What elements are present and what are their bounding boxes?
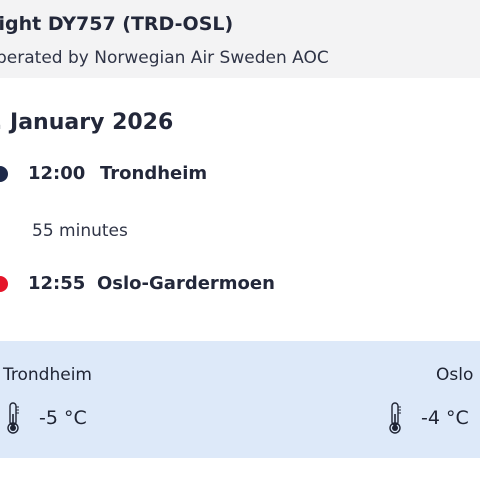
origin-weather-city: Trondheim — [3, 365, 92, 385]
thermometer-icon — [389, 402, 401, 434]
destination-weather-city: Oslo — [436, 365, 474, 385]
flight-header: light DY757 (TRD-OSL) perated by Norwegi… — [0, 0, 480, 78]
origin-weather-temp: -5 °C — [39, 407, 87, 429]
flight-duration: 55 minutes — [32, 221, 128, 241]
arrival-time: 12:55 — [28, 273, 86, 294]
departure-dot-icon — [0, 166, 8, 182]
weather-panel: Trondheim -5 °C Oslo -4 °C — [0, 341, 480, 458]
flight-title: light DY757 (TRD-OSL) — [0, 13, 234, 35]
departure-time: 12:00 — [28, 163, 86, 184]
destination-weather-temp: -4 °C — [421, 407, 469, 429]
flight-date: . January 2026 — [0, 110, 174, 135]
arrival-dot-icon — [0, 276, 8, 292]
departure-city: Trondheim — [100, 163, 208, 184]
operator-text: perated by Norwegian Air Sweden AOC — [0, 48, 329, 68]
arrival-city: Oslo-Gardermoen — [97, 273, 275, 294]
thermometer-icon — [7, 402, 19, 434]
